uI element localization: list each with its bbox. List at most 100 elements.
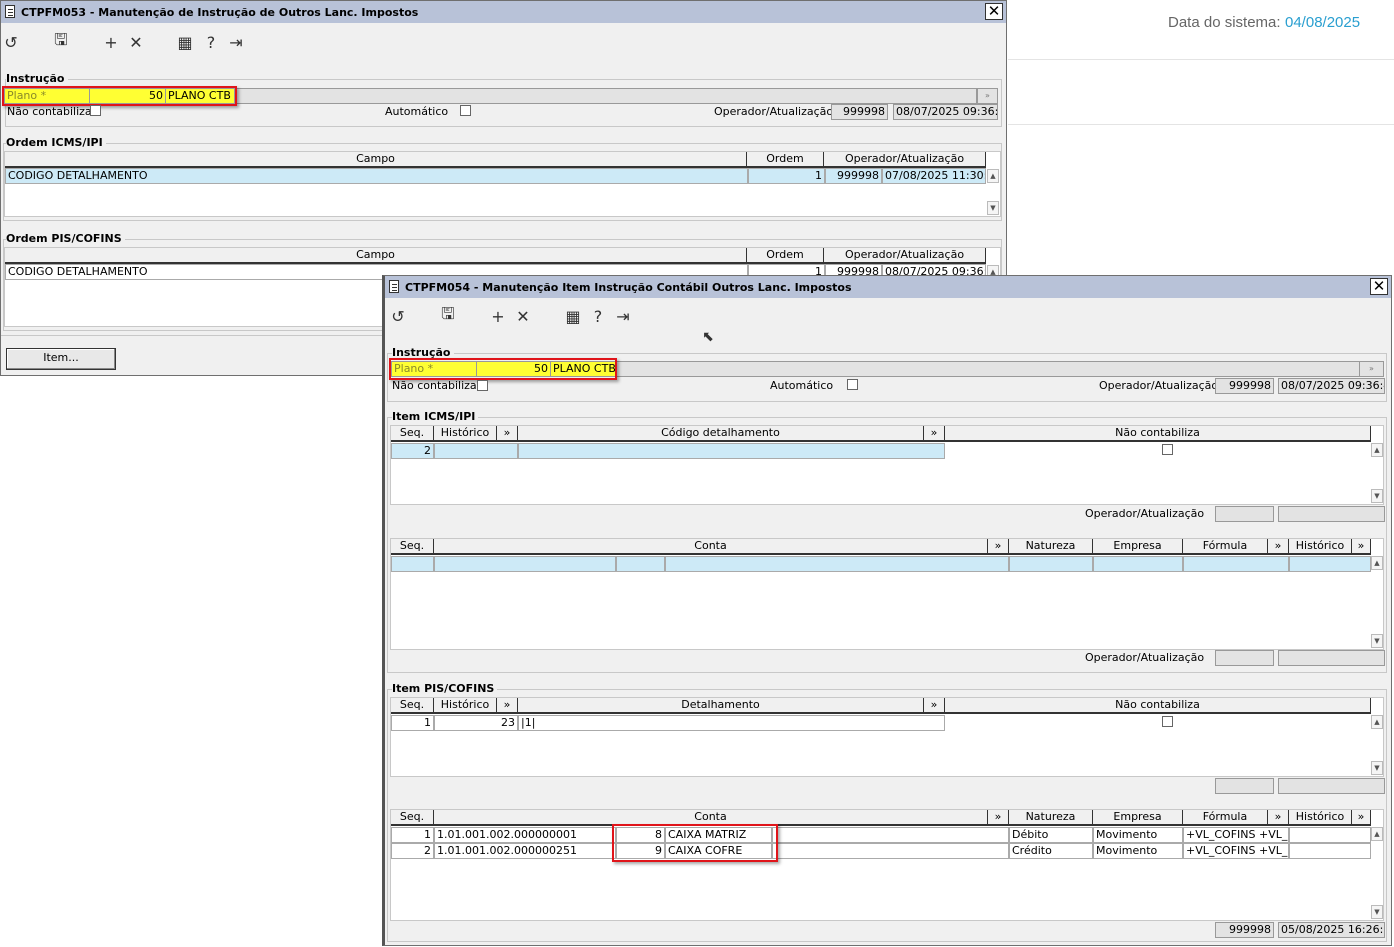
col-historico-header[interactable]: Histórico <box>434 698 497 714</box>
table-row-campo[interactable]: CODIGO DETALHAMENTO <box>5 168 748 184</box>
exit-icon[interactable]: ⇥ <box>613 306 633 326</box>
add-icon[interactable]: + <box>488 306 508 326</box>
scroll-down-icon[interactable]: ▼ <box>1371 761 1383 775</box>
save-icon[interactable]: 🖫 <box>438 304 458 326</box>
more-columns-icon[interactable]: » <box>1352 810 1371 826</box>
table-row-conta[interactable]: 1.01.001.002.000000001 <box>434 827 616 843</box>
table-row-empresa[interactable]: Movimento <box>1093 843 1183 859</box>
table-row-empresa[interactable] <box>1093 556 1183 572</box>
col-seq-header[interactable]: Seq. <box>391 426 434 442</box>
nao-contabiliza-checkbox[interactable] <box>477 380 488 391</box>
table-row-seq[interactable]: 2 <box>391 843 434 859</box>
table-row-empresa[interactable]: Movimento <box>1093 827 1183 843</box>
table-row-historico[interactable] <box>1289 843 1371 859</box>
table-row-detalhamento[interactable]: |1| <box>518 715 945 731</box>
more-columns-icon[interactable]: » <box>1268 539 1289 555</box>
col-empresa-header[interactable]: Empresa <box>1093 810 1183 826</box>
delete-icon[interactable]: ✕ <box>126 32 146 52</box>
col-operador-header[interactable]: Operador/Atualização <box>824 248 986 264</box>
table-row-nao-contab-checkbox[interactable] <box>1162 716 1173 727</box>
undo-icon[interactable]: ↺ <box>388 306 408 326</box>
col-nao-contab-header[interactable]: Não contabiliza <box>945 698 1371 714</box>
table-row-natureza[interactable]: Débito <box>1009 827 1093 843</box>
table-row-seq[interactable]: 2 <box>391 443 434 459</box>
table-row-historico[interactable] <box>1289 556 1371 572</box>
more-columns-icon[interactable]: » <box>988 539 1009 555</box>
plano-lookup-button[interactable]: » <box>1359 361 1384 377</box>
save-icon[interactable]: 🖫 <box>51 30 71 52</box>
exit-icon[interactable]: ⇥ <box>226 32 246 52</box>
close-button[interactable]: ✕ <box>985 3 1003 20</box>
help-icon[interactable]: ? <box>588 306 608 326</box>
window-titlebar[interactable]: CTPFM053 - Manutenção de Instrução de Ou… <box>1 1 1006 23</box>
table-row-conta-nome[interactable] <box>665 556 1009 572</box>
more-columns-icon[interactable]: » <box>497 426 518 442</box>
more-columns-icon[interactable]: » <box>1268 810 1289 826</box>
col-conta-header[interactable]: Conta <box>434 539 988 555</box>
close-button[interactable]: ✕ <box>1370 278 1388 295</box>
table-row-conta[interactable] <box>434 556 616 572</box>
table-row-seq[interactable] <box>391 556 434 572</box>
scroll-down-icon[interactable]: ▼ <box>1371 905 1383 919</box>
col-campo-header[interactable]: Campo <box>5 152 747 168</box>
col-historico-header[interactable]: Histórico <box>1289 810 1352 826</box>
col-detalhamento-header[interactable]: Detalhamento <box>518 698 924 714</box>
scroll-down-icon[interactable]: ▼ <box>1371 489 1383 503</box>
item-button[interactable]: Item... <box>6 348 116 370</box>
nao-contabiliza-checkbox[interactable] <box>90 105 101 116</box>
table-row-codigo[interactable] <box>518 443 945 459</box>
undo-icon[interactable]: ↺ <box>1 32 21 52</box>
delete-icon[interactable]: ✕ <box>513 306 533 326</box>
scroll-up-icon[interactable]: ▲ <box>1371 556 1383 570</box>
col-seq-header[interactable]: Seq. <box>391 698 434 714</box>
col-campo-header[interactable]: Campo <box>5 248 747 264</box>
table-row-formula[interactable]: +VL_COFINS +VL_PI <box>1183 843 1289 859</box>
col-seq-header[interactable]: Seq. <box>391 810 434 826</box>
col-nao-contab-header[interactable]: Não contabiliza <box>945 426 1371 442</box>
scroll-up-icon[interactable]: ▲ <box>1371 827 1383 841</box>
table-row-formula[interactable] <box>1183 556 1289 572</box>
scroll-up-icon[interactable]: ▲ <box>987 169 999 183</box>
calendar-icon[interactable]: ▦ <box>175 32 195 52</box>
calendar-icon[interactable]: ▦ <box>563 306 583 326</box>
table-row-conta[interactable]: 1.01.001.002.000000251 <box>434 843 616 859</box>
plano-lookup-button[interactable]: » <box>977 88 998 104</box>
automatico-checkbox[interactable] <box>847 379 858 390</box>
table-row-formula[interactable]: +VL_COFINS +VL_PI <box>1183 827 1289 843</box>
col-natureza-header[interactable]: Natureza <box>1009 810 1093 826</box>
table-row-historico[interactable]: 23 <box>434 715 518 731</box>
col-historico-header[interactable]: Histórico <box>434 426 497 442</box>
table-row-conta-num[interactable] <box>616 556 665 572</box>
col-ordem-header[interactable]: Ordem <box>747 152 824 168</box>
col-formula-header[interactable]: Fórmula <box>1183 810 1268 826</box>
col-seq-header[interactable]: Seq. <box>391 539 434 555</box>
scroll-down-icon[interactable]: ▼ <box>1371 634 1383 648</box>
col-codigo-det-header[interactable]: Código detalhamento <box>518 426 924 442</box>
table-row-natureza[interactable]: Crédito <box>1009 843 1093 859</box>
more-columns-icon[interactable]: » <box>988 810 1009 826</box>
table-row-historico[interactable] <box>1289 827 1371 843</box>
add-icon[interactable]: + <box>101 32 121 52</box>
window-titlebar[interactable]: CTPFM054 - Manutenção Item Instrução Con… <box>385 276 1391 298</box>
col-formula-header[interactable]: Fórmula <box>1183 539 1268 555</box>
scroll-down-icon[interactable]: ▼ <box>987 201 999 215</box>
table-row-natureza[interactable] <box>1009 556 1093 572</box>
scroll-up-icon[interactable]: ▲ <box>1371 443 1383 457</box>
col-natureza-header[interactable]: Natureza <box>1009 539 1093 555</box>
col-operador-header[interactable]: Operador/Atualização <box>824 152 986 168</box>
table-row-seq[interactable]: 1 <box>391 827 434 843</box>
help-icon[interactable]: ? <box>201 32 221 52</box>
more-columns-icon[interactable]: » <box>497 698 518 714</box>
automatico-checkbox[interactable] <box>460 105 471 116</box>
col-empresa-header[interactable]: Empresa <box>1093 539 1183 555</box>
more-columns-icon[interactable]: » <box>924 426 945 442</box>
scroll-up-icon[interactable]: ▲ <box>1371 715 1383 729</box>
more-columns-icon[interactable]: » <box>1352 539 1371 555</box>
table-row-seq[interactable]: 1 <box>391 715 434 731</box>
table-row-ordem[interactable]: 1 <box>748 168 825 184</box>
col-historico-header[interactable]: Histórico <box>1289 539 1352 555</box>
table-row-nao-contab-checkbox[interactable] <box>1162 444 1173 455</box>
more-columns-icon[interactable]: » <box>924 698 945 714</box>
table-row-historico[interactable] <box>434 443 518 459</box>
col-ordem-header[interactable]: Ordem <box>747 248 824 264</box>
